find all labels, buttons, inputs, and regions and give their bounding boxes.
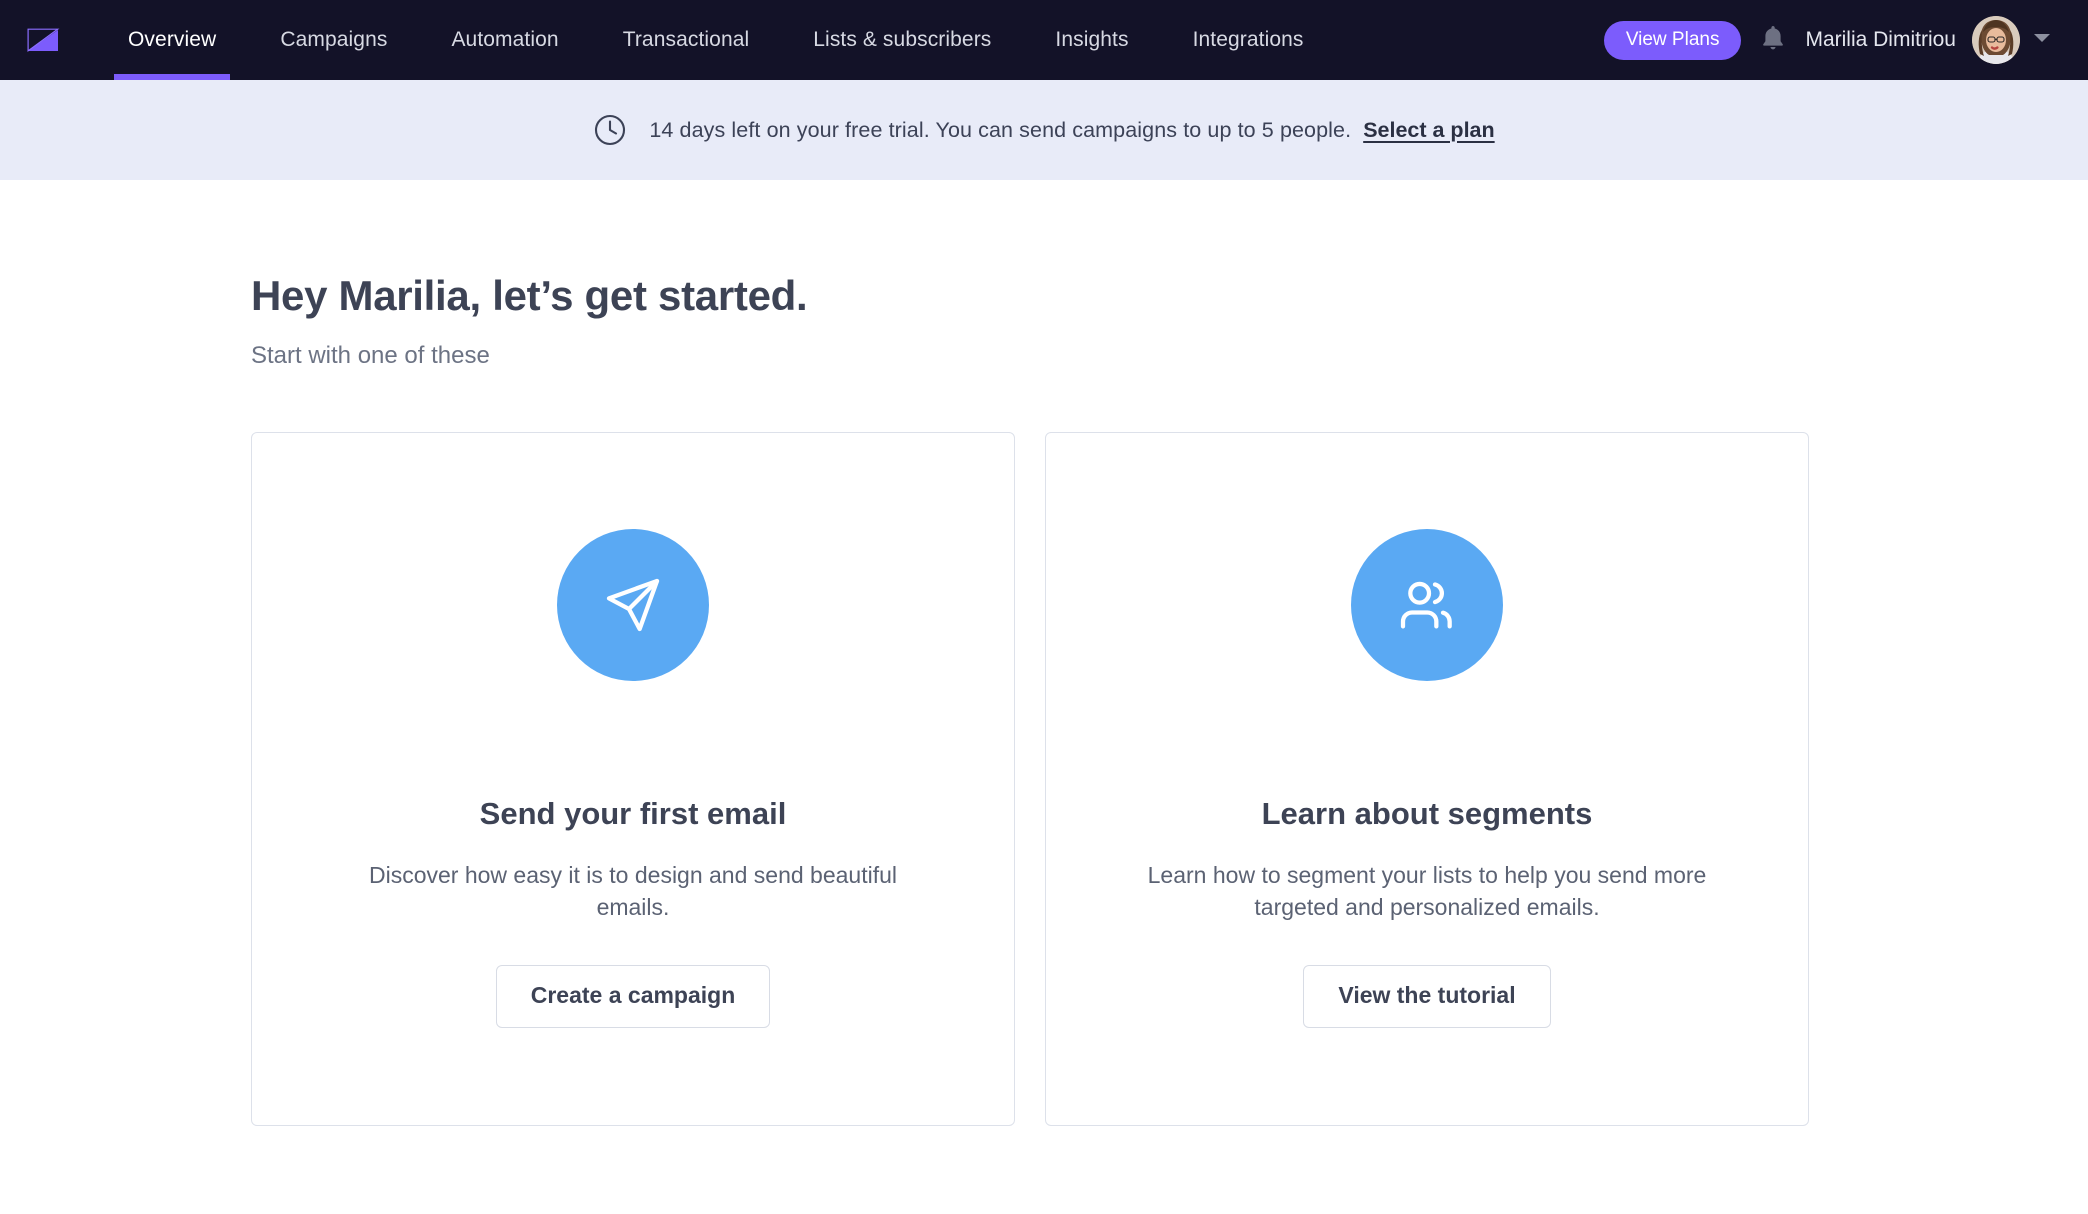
users-icon bbox=[1351, 529, 1503, 681]
user-menu-toggle[interactable] bbox=[2020, 31, 2064, 49]
create-a-campaign-button[interactable]: Create a campaign bbox=[495, 965, 771, 1029]
free-trial-banner: 14 days left on your free trial. You can… bbox=[0, 80, 2088, 180]
card-title: Send your first email bbox=[479, 796, 787, 831]
page-subtitle: Start with one of these bbox=[251, 342, 490, 369]
tab-overview-label: Overview bbox=[128, 28, 217, 51]
card-learn-about-segments: Learn about segments Learn how to segmen… bbox=[1045, 432, 1809, 1126]
tab-transactional-label: Transactional bbox=[622, 28, 750, 51]
send-paper-plane-icon bbox=[557, 529, 709, 681]
chevron-down-icon bbox=[2033, 31, 2051, 49]
view-plans-button[interactable]: View Plans bbox=[1603, 20, 1742, 60]
tab-campaigns[interactable]: Campaigns bbox=[248, 0, 419, 80]
notifications-button[interactable] bbox=[1741, 24, 1805, 57]
view-the-tutorial-button[interactable]: View the tutorial bbox=[1303, 965, 1551, 1029]
trial-status-text: 14 days left on your free trial. You can… bbox=[649, 117, 1352, 142]
avatar[interactable] bbox=[1972, 16, 2020, 64]
navbar-right-cluster: View Plans Marilia Dimitriou bbox=[1603, 16, 2064, 64]
tab-insights-label: Insights bbox=[1055, 28, 1129, 51]
tab-overview[interactable]: Overview bbox=[96, 0, 248, 80]
main-content: Hey Marilia, let’s get started. Start wi… bbox=[0, 180, 2088, 1126]
tab-transactional[interactable]: Transactional bbox=[591, 0, 782, 80]
tab-lists-and-subscribers-label: Lists & subscribers bbox=[813, 28, 992, 51]
select-a-plan-link[interactable]: Select a plan bbox=[1363, 118, 1494, 143]
tab-automation-label: Automation bbox=[451, 28, 559, 51]
tab-campaigns-label: Campaigns bbox=[280, 28, 388, 51]
card-description: Learn how to segment your lists to help … bbox=[1147, 862, 1707, 920]
primary-nav-tabs: Overview Campaigns Automation Transactio… bbox=[96, 0, 1336, 80]
page-title: Hey Marilia, let’s get started. bbox=[251, 272, 808, 319]
tab-insights[interactable]: Insights bbox=[1023, 0, 1160, 80]
card-send-first-email: Send your first email Discover how easy … bbox=[251, 432, 1015, 1126]
tab-integrations-label: Integrations bbox=[1192, 28, 1304, 51]
card-description: Discover how easy it is to design and se… bbox=[368, 862, 898, 920]
banner-content: 14 days left on your free trial. You can… bbox=[593, 113, 1495, 147]
tab-integrations[interactable]: Integrations bbox=[1161, 0, 1336, 80]
top-navigation-bar: Overview Campaigns Automation Transactio… bbox=[0, 0, 2088, 80]
getting-started-cards: Send your first email Discover how easy … bbox=[251, 432, 2088, 1126]
tab-automation[interactable]: Automation bbox=[419, 0, 590, 80]
tab-lists-and-subscribers[interactable]: Lists & subscribers bbox=[781, 0, 1023, 80]
clock-icon bbox=[593, 113, 627, 147]
mailerlite-envelope-logo-icon[interactable] bbox=[26, 23, 60, 57]
bell-icon bbox=[1760, 24, 1786, 57]
card-title: Learn about segments bbox=[1261, 796, 1593, 831]
user-name-label: Marilia Dimitriou bbox=[1805, 28, 1956, 51]
